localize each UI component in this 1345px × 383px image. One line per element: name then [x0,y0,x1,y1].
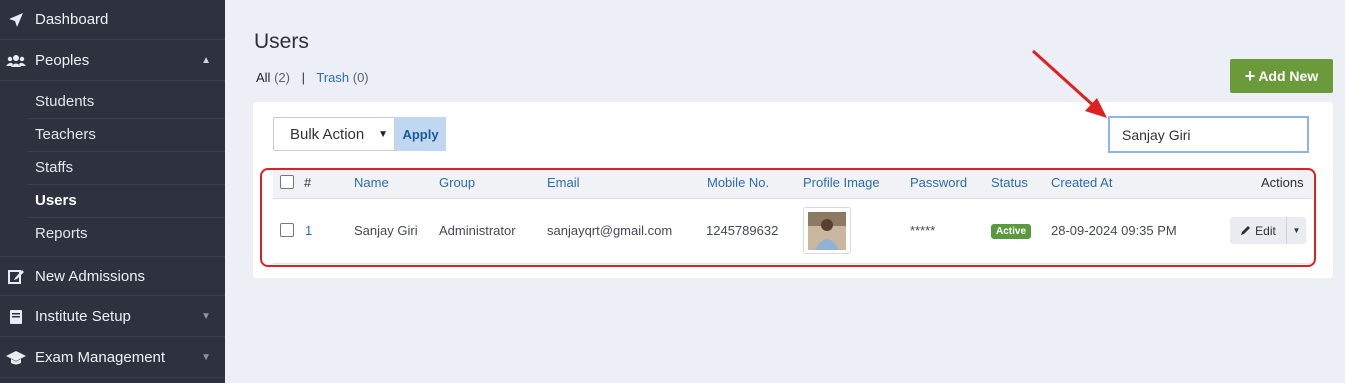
sidebar-item-label: Dashboard [35,11,109,28]
sidebar-subitem-staffs[interactable]: Staffs [0,151,225,184]
page-title: Users [254,30,309,53]
sidebar-subitem-label: Reports [35,225,88,242]
chevron-down-icon: ▼ [201,352,211,363]
chevron-down-icon: ▼ [201,311,211,322]
users-icon [6,53,26,69]
sidebar-subitem-reports[interactable]: Reports [0,217,225,250]
sidebar-item-label: Peoples [35,52,90,69]
sidebar-item-peoples[interactable]: Peoples ▲ [0,41,225,81]
apply-button[interactable]: Apply [395,117,446,151]
highlight-box [260,168,1316,267]
sidebar-item-new-admissions[interactable]: New Admissions [0,256,225,296]
add-new-label: Add New [1258,68,1319,84]
book-icon [6,309,26,325]
sidebar-subitem-label: Staffs [35,159,74,176]
plus-icon: + [1244,66,1256,86]
sidebar-item-label: New Admissions [35,267,146,285]
sidebar-subitem-users[interactable]: Users [0,184,225,217]
filter-trash-count: (0) [352,70,369,85]
sidebar-subitem-students[interactable]: Students [0,85,225,118]
chevron-down-icon: ▼ [378,129,388,140]
sidebar-item-institute-setup[interactable]: Institute Setup ▼ [0,297,225,337]
bulk-action-select[interactable]: Bulk Action ▼ [273,117,395,151]
sidebar-item-label: Exam Management [35,349,166,366]
sidebar-subitem-label: Users [35,192,77,209]
sidebar-subitem-label: Students [35,93,95,110]
chevron-up-icon: ▲ [201,55,211,66]
add-new-button[interactable]: + Add New [1230,59,1333,93]
paper-plane-icon [6,12,26,28]
graduation-cap-icon [6,350,26,366]
search-input[interactable] [1108,116,1309,153]
red-arrow-annotation [1031,49,1107,118]
sidebar-item-label: Institute Setup [35,308,131,325]
filter-all-count: (2) [274,70,290,85]
filter-separator: | [301,70,305,85]
bulk-action-label: Bulk Action [290,125,365,143]
filter-all-link[interactable]: All [256,70,270,85]
edit-icon [6,268,26,284]
sidebar-subitem-teachers[interactable]: Teachers [0,118,225,151]
sidebar-subitem-label: Teachers [35,126,96,143]
sidebar-item-exam-management[interactable]: Exam Management ▼ [0,338,225,378]
sidebar-item-dashboard[interactable]: Dashboard [0,0,225,40]
sidebar: Dashboard Peoples ▲ Students Teachers St… [0,0,225,383]
filter-links: All (2) | Trash (0) [256,70,369,85]
filter-trash-link[interactable]: Trash [316,70,349,85]
